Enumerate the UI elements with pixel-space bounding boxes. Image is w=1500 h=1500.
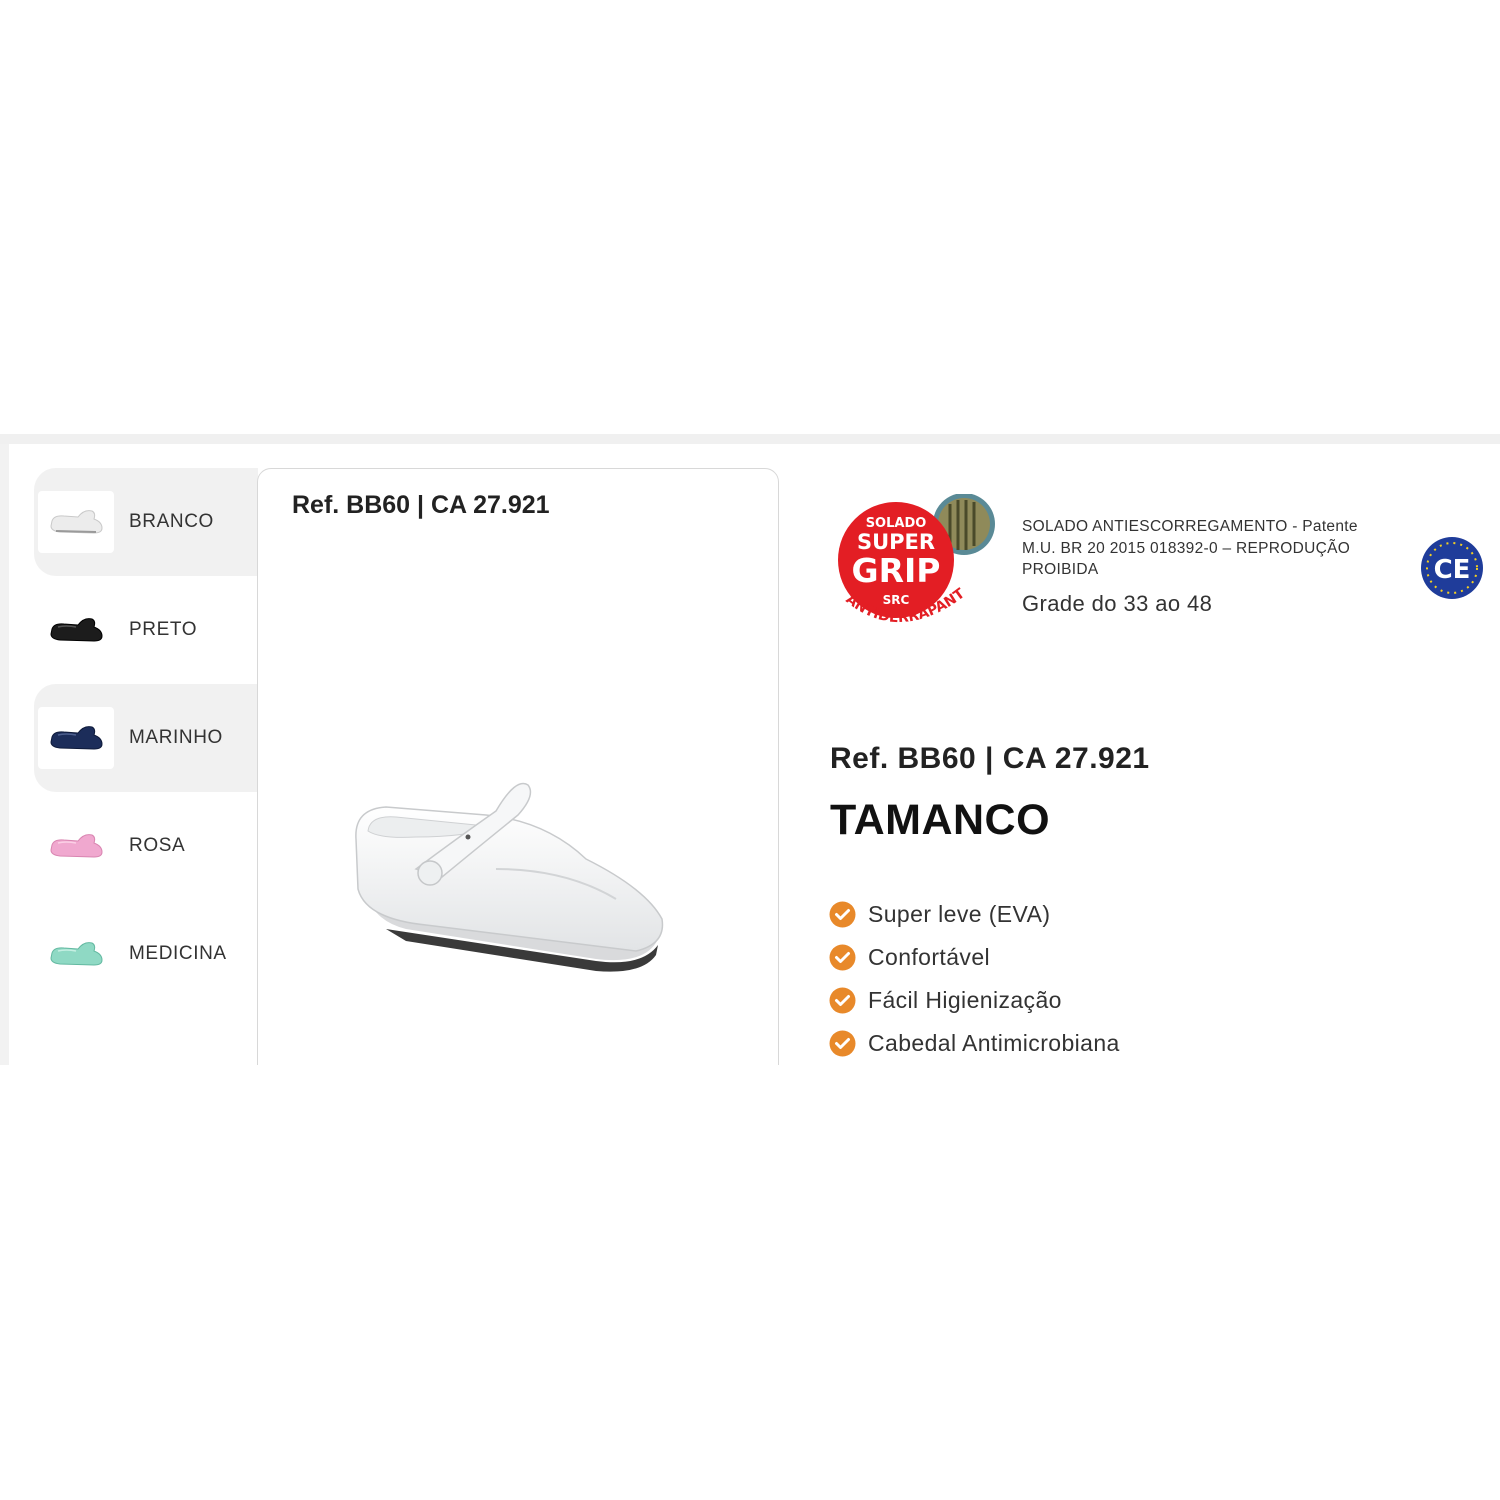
swatch-branco[interactable]: BRANCO bbox=[34, 468, 258, 576]
ce-text: CE bbox=[1434, 555, 1471, 585]
swatch-marinho[interactable]: MARINHO bbox=[34, 684, 258, 792]
swatch-preto[interactable]: PRETO bbox=[34, 576, 258, 684]
feature-item: Confortável bbox=[829, 936, 1120, 979]
shoe-thumbnail-marinho bbox=[38, 707, 114, 769]
feature-list: Super leve (EVA) Confortável Fácil Higie… bbox=[829, 893, 1120, 1065]
shoe-thumbnail-preto bbox=[38, 599, 114, 661]
feature-text: Super leve (EVA) bbox=[868, 901, 1051, 927]
badge-line3: GRIP bbox=[852, 551, 941, 590]
swatch-label: PRETO bbox=[129, 619, 198, 640]
size-grade-text: Grade do 33 ao 48 bbox=[1022, 591, 1213, 616]
left-border bbox=[0, 444, 9, 1065]
card-ref-text: Ref. BB60 | CA 27.921 bbox=[292, 491, 550, 519]
swatch-label: MEDICINA bbox=[129, 943, 227, 964]
swatch-label: ROSA bbox=[129, 835, 186, 856]
feature-item: Super leve (EVA) bbox=[829, 893, 1120, 936]
product-title: TAMANCO bbox=[830, 796, 1051, 844]
color-swatch-list: BRANCO PRETO MARINHO ROSA MEDICINA bbox=[34, 468, 258, 1008]
feature-item: Cabedal Antimicrobiana bbox=[829, 1022, 1120, 1065]
product-image-card: Ref. BB60 | CA 27.921 bbox=[257, 468, 779, 1110]
shoe-thumbnail-medicina bbox=[38, 923, 114, 985]
patent-line: SOLADO ANTIESCORREGAMENTO - Patente bbox=[1022, 518, 1358, 535]
swatch-rosa[interactable]: ROSA bbox=[34, 792, 258, 900]
swatch-label: BRANCO bbox=[129, 511, 214, 532]
super-grip-badge: SOLADO SUPER GRIP SRC ANTIDERRAPANTE bbox=[827, 482, 1000, 649]
ce-certification-icon: CE bbox=[1420, 535, 1484, 606]
shoe-thumbnail-branco bbox=[38, 491, 114, 553]
patent-notice: SOLADO ANTIESCORREGAMENTO - Patente M.U.… bbox=[1022, 516, 1382, 581]
badge-line4: SRC bbox=[883, 593, 910, 607]
feature-text: Confortável bbox=[868, 944, 991, 970]
swatch-medicina[interactable]: MEDICINA bbox=[34, 900, 258, 1008]
page-bottom-whitespace bbox=[0, 1065, 1500, 1500]
check-circle-icon bbox=[829, 987, 856, 1014]
product-ref: Ref. BB60 | CA 27.921 bbox=[830, 742, 1150, 775]
check-circle-icon bbox=[829, 1030, 856, 1057]
check-circle-icon bbox=[829, 944, 856, 971]
shoe-thumbnail-rosa bbox=[38, 815, 114, 877]
feature-text: Fácil Higienização bbox=[868, 987, 1062, 1013]
swatch-label: MARINHO bbox=[129, 727, 223, 748]
feature-item: Fácil Higienização bbox=[829, 979, 1120, 1022]
patent-line: PROIBIDA bbox=[1022, 561, 1099, 578]
feature-text: Cabedal Antimicrobiana bbox=[868, 1030, 1120, 1056]
patent-line: M.U. BR 20 2015 018392-0 – REPRODUÇÃO bbox=[1022, 539, 1351, 557]
product-image[interactable] bbox=[346, 779, 676, 984]
check-circle-icon bbox=[829, 901, 856, 928]
badge-line1: SOLADO bbox=[866, 516, 927, 531]
top-divider bbox=[0, 434, 1500, 444]
